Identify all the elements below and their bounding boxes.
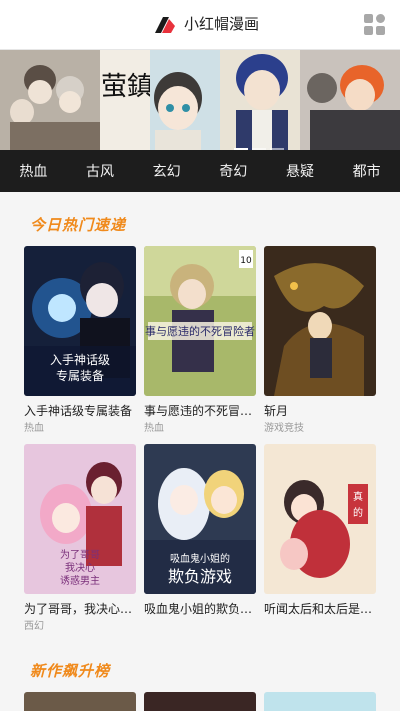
comic-cover: 真 的 <box>264 444 376 594</box>
comic-title: 吸血鬼小姐的欺负… <box>144 602 253 616</box>
category-hot-blood[interactable]: 热血 <box>4 161 62 181</box>
comic-tag <box>264 620 376 633</box>
comic-card[interactable]: 斩月 游戏竞技 <box>264 246 376 435</box>
comic-tag <box>144 620 256 633</box>
category-mystery[interactable]: 悬疑 <box>271 161 329 181</box>
comic-tag: 西幻 <box>24 621 44 632</box>
grid-menu-icon <box>364 14 373 23</box>
grid-menu-button[interactable] <box>364 14 386 36</box>
category-urban[interactable]: 都市 <box>338 161 396 181</box>
comic-tag: 热血 <box>144 423 164 434</box>
banner-title-text: 萤鎮 <box>101 72 153 102</box>
comic-card[interactable]: 为了哥哥 我决心 诱惑男主 为了哥哥，我决心… 西幻 <box>24 444 136 633</box>
comic-cover: 为了哥哥 我决心 诱惑男主 <box>24 444 136 594</box>
category-fantasy[interactable]: 玄幻 <box>138 161 196 181</box>
comic-cover: 10 事与愿违的不死冒险者 <box>144 246 256 396</box>
comic-tag: 游戏竞技 <box>264 423 304 434</box>
red-hood-logo-icon <box>155 17 175 33</box>
svg-text:10: 10 <box>240 256 252 266</box>
svg-text:为了哥哥: 为了哥哥 <box>60 549 100 561</box>
category-bar: 热血 古风 玄幻 奇幻 悬疑 都市 <box>0 150 400 192</box>
banner-illustration: 萤鎮 <box>0 50 400 150</box>
comic-card-partial[interactable] <box>144 692 256 711</box>
comic-card[interactable]: 10 事与愿违的不死冒险者 事与愿违的不死冒… 热血 <box>144 246 256 435</box>
category-ancient[interactable]: 古风 <box>71 161 129 181</box>
comic-card[interactable]: 入手神话级 专属装备 入手神话级专属装备 热血 <box>24 246 136 435</box>
svg-text:真: 真 <box>353 490 363 503</box>
section-title-hot: 今日热门速递 <box>30 216 127 234</box>
comic-title: 为了哥哥，我决心… <box>24 602 133 616</box>
comic-cover <box>264 246 376 396</box>
banner-pagination[interactable] <box>234 136 288 150</box>
comic-cover: 入手神话级 专属装备 <box>24 246 136 396</box>
svg-text:的: 的 <box>353 506 363 519</box>
svg-text:吸血鬼小姐的: 吸血鬼小姐的 <box>170 552 230 565</box>
section-title-new: 新作飙升榜 <box>30 662 111 680</box>
svg-text:事与愿违的不死冒险者: 事与愿违的不死冒险者 <box>145 324 255 338</box>
comic-tag: 热血 <box>24 423 44 434</box>
svg-text:欺负游戏: 欺负游戏 <box>168 567 232 586</box>
category-magic[interactable]: 奇幻 <box>204 161 262 181</box>
app-header: 小红帽漫画 <box>0 0 400 50</box>
comic-card-partial[interactable] <box>264 692 376 711</box>
comic-card-partial[interactable] <box>24 692 136 711</box>
svg-text:诱惑男主: 诱惑男主 <box>60 574 100 587</box>
svg-text:我决心: 我决心 <box>65 562 95 574</box>
comic-title: 入手神话级专属装备 <box>24 404 133 418</box>
svg-text:专属装备: 专属装备 <box>56 368 104 383</box>
hero-banner[interactable]: 萤鎮 <box>0 50 400 150</box>
comic-cover: 吸血鬼小姐的 欺负游戏 <box>144 444 256 594</box>
comic-title: 听闻太后和太后是… <box>264 602 373 616</box>
app-title: 小红帽漫画 <box>184 15 260 33</box>
comic-title: 事与愿违的不死冒… <box>144 404 253 418</box>
comic-title: 斩月 <box>264 404 289 418</box>
comic-card[interactable]: 真 的 听闻太后和太后是… <box>264 444 376 633</box>
comic-card[interactable]: 吸血鬼小姐的 欺负游戏 吸血鬼小姐的欺负… <box>144 444 256 633</box>
svg-text:入手神话级: 入手神话级 <box>50 353 110 367</box>
